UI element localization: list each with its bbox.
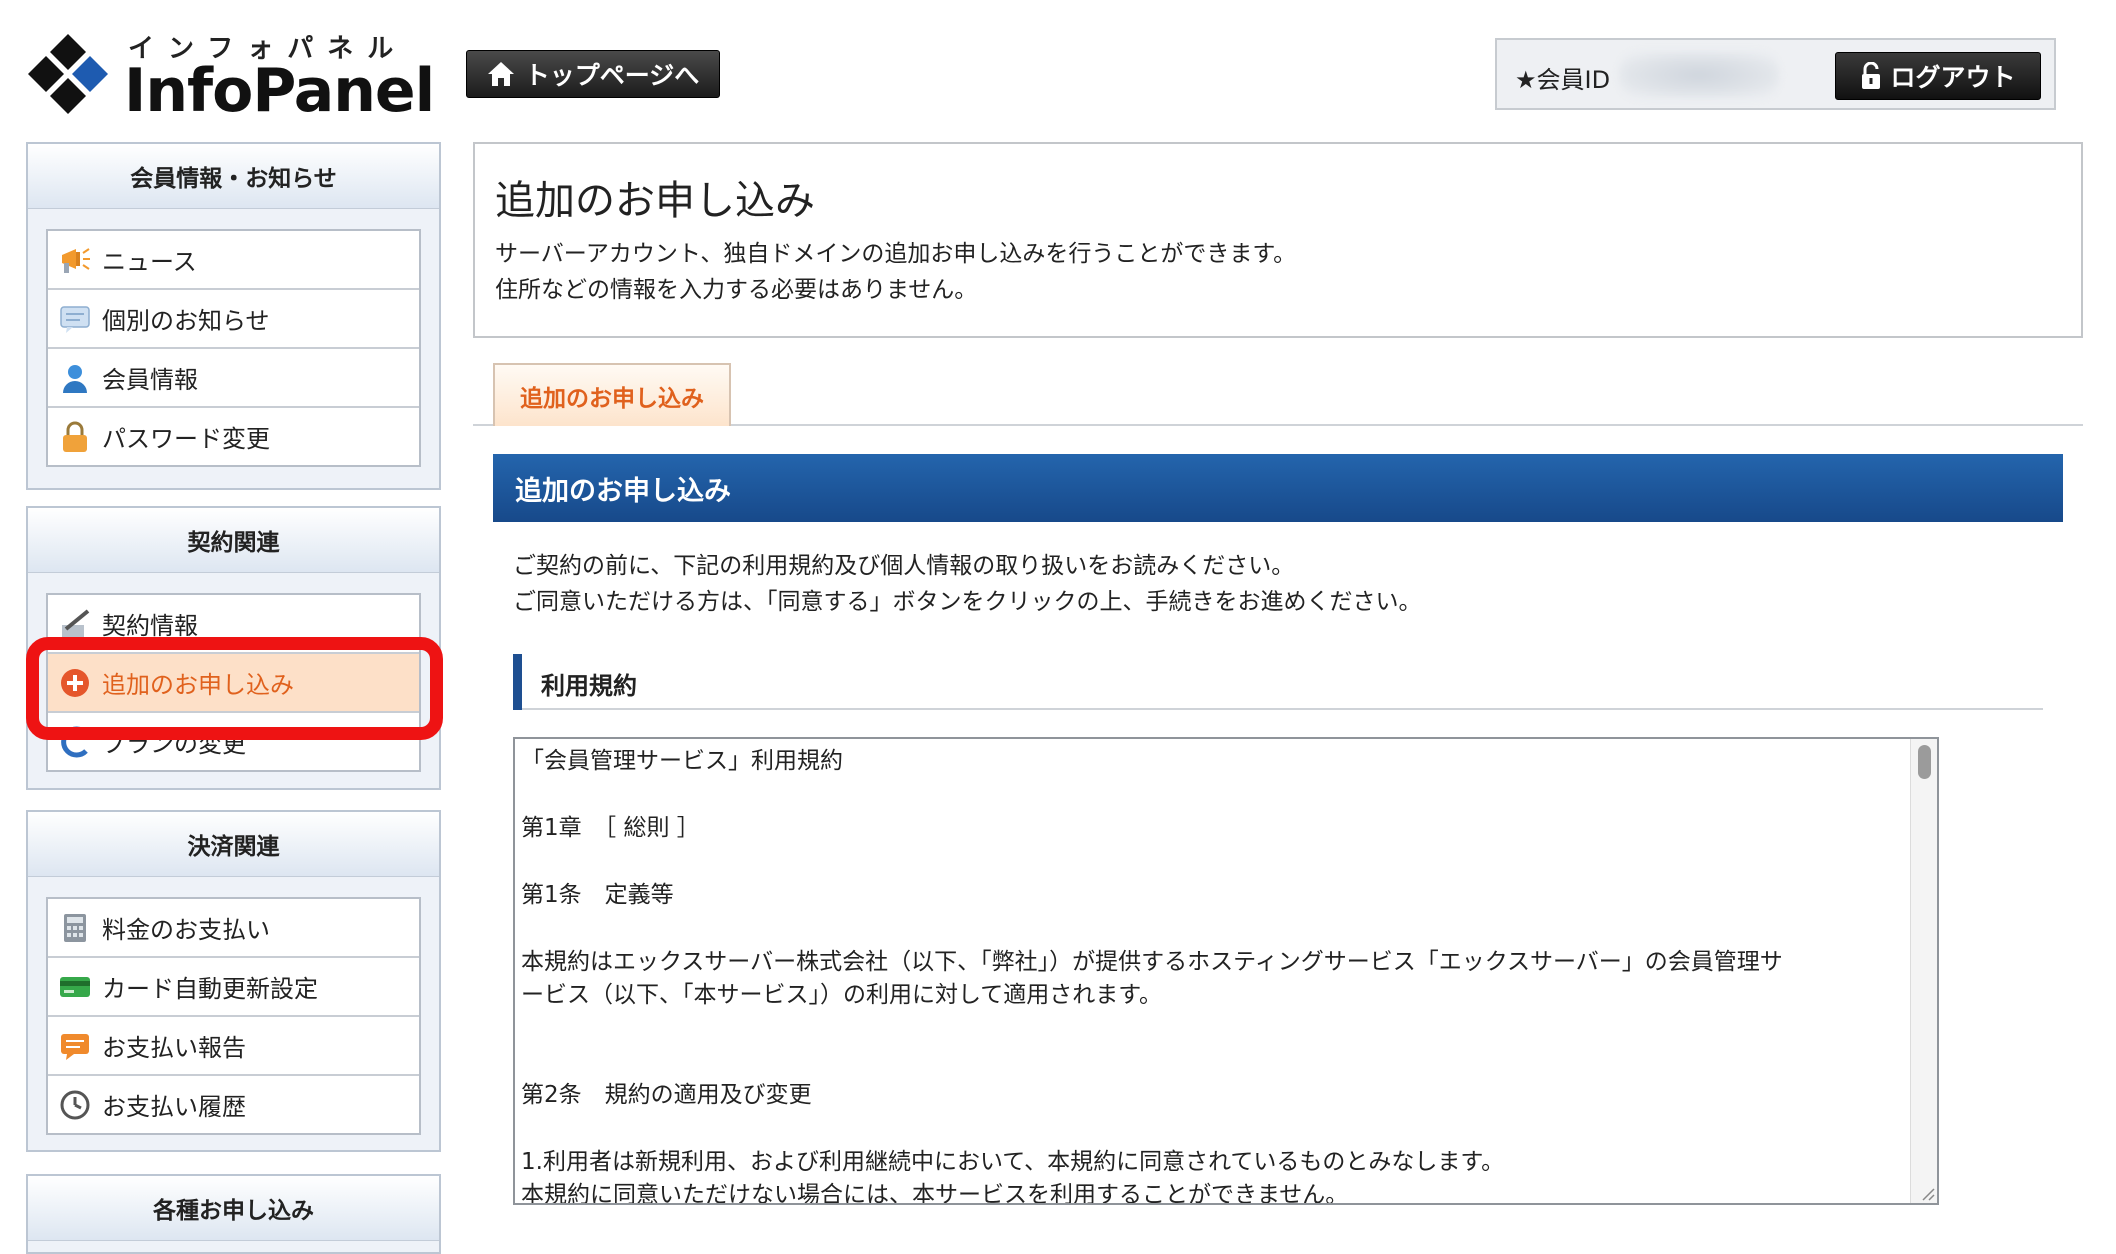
sidebar-section-contract: 契約関連 契約情報 追加のお申し込み プランの変更: [26, 506, 441, 790]
terms-heading: 利用規約: [513, 654, 2043, 710]
tab-add-application[interactable]: 追加のお申し込み: [493, 363, 731, 426]
infopanel-logo[interactable]: インフォパネル InfoPanel: [26, 28, 435, 126]
terms-paragraph: 本規約はエックスサーバー株式会社（以下、「弊社」）が提供するホスティングサービス…: [521, 949, 1783, 975]
resize-grip-icon[interactable]: [1919, 1185, 1935, 1201]
sidebar-item-payment-report[interactable]: お支払い報告: [48, 1017, 419, 1076]
member-id-label: ★会員ID: [1515, 66, 1611, 94]
top-page-button-label: トップページへ: [524, 61, 700, 90]
heading-accent-bar: [513, 654, 522, 710]
page-description-line: 住所などの情報を入力する必要はありません。: [495, 277, 978, 303]
sidebar-section-member: 会員情報・お知らせ ニュース 個別のお知らせ 会員情報 パスワード変更: [26, 142, 441, 490]
sidebar-item-label: 会員情報: [102, 366, 198, 394]
terms-paragraph: 1.利用者は新規利用、および利用継続中において、本規約に同意されているものとみな…: [521, 1149, 1505, 1175]
padlock-icon: [58, 420, 92, 454]
terms-paragraph: ービス（以下、「本サービス」）の利用に対して適用されます。: [521, 982, 1163, 1008]
sidebar-item-label: パスワード変更: [102, 425, 270, 453]
logout-button-label: ログアウト: [1890, 63, 2016, 92]
sidebar-item-label: ニュース: [102, 248, 197, 276]
sidebar-item-payment[interactable]: 料金のお支払い: [48, 899, 419, 958]
scrollbar-thumb[interactable]: [1918, 745, 1931, 779]
instructions-line: ご同意いただける方は、「同意する」ボタンをクリックの上、手続きをお進めください。: [513, 589, 1422, 615]
sidebar-item-notices[interactable]: 個別のお知らせ: [48, 290, 419, 349]
page-description: サーバーアカウント、独自ドメインの追加お申し込みを行うことができます。 住所など…: [495, 236, 1296, 308]
sidebar-item-label: 個別のお知らせ: [102, 307, 270, 335]
instructions-text: ご契約の前に、下記の利用規約及び個人情報の取り扱いをお読みください。 ご同意いた…: [513, 548, 1422, 620]
sidebar-item-news[interactable]: ニュース: [48, 231, 419, 290]
instructions-line: ご契約の前に、下記の利用規約及び個人情報の取り扱いをお読みください。: [513, 553, 1295, 579]
home-icon: [487, 62, 514, 86]
plus-circle-icon: [58, 666, 92, 700]
member-id-value-blurred: [1619, 52, 1779, 98]
logout-button[interactable]: ログアウト: [1835, 52, 2041, 100]
sidebar-section-applications: 各種お申し込み: [26, 1174, 441, 1254]
sidebar-item-label: プランの変更: [102, 730, 246, 758]
sidebar-item-label: 追加のお申し込み: [102, 671, 294, 699]
sidebar-section-title: 会員情報・お知らせ: [28, 144, 439, 209]
sidebar-item-plan-change[interactable]: プランの変更: [48, 713, 419, 770]
page-description-line: サーバーアカウント、独自ドメインの追加お申し込みを行うことができます。: [495, 241, 1297, 267]
unlock-icon: [1862, 62, 1881, 89]
sidebar-list: ニュース 個別のお知らせ 会員情報 パスワード変更: [46, 229, 421, 467]
sidebar-item-password[interactable]: パスワード変更: [48, 408, 419, 465]
pen-icon: [58, 607, 92, 641]
clock-icon: [58, 1088, 92, 1122]
sidebar-section-title: 各種お申し込み: [28, 1176, 439, 1241]
megaphone-icon: [58, 243, 92, 277]
terms-doc-title: 「会員管理サービス」利用規約: [521, 748, 843, 774]
terms-scrollbar[interactable]: [1910, 739, 1937, 1203]
sidebar-section-title: 決済関連: [28, 812, 439, 877]
page-title: 追加のお申し込み: [495, 178, 815, 224]
person-icon: [58, 361, 92, 395]
section-title-bar: 追加のお申し込み: [493, 454, 2063, 522]
sidebar-item-label: カード自動更新設定: [102, 975, 318, 1003]
sidebar-item-label: 契約情報: [102, 612, 198, 640]
sidebar-item-member-info[interactable]: 会員情報: [48, 349, 419, 408]
sidebar-item-contract-info[interactable]: 契約情報: [48, 595, 419, 654]
terms-heading-text: 利用規約: [541, 672, 637, 700]
terms-article-heading: 第2条 規約の適用及び変更: [521, 1082, 812, 1108]
terms-chapter: 第1章 ［ 総則 ］: [521, 815, 700, 841]
report-icon: [58, 1029, 92, 1063]
terms-paragraph: 本規約に同意いただけない場合には、本サービスを利用することができません。: [521, 1182, 1349, 1205]
credit-card-icon: [58, 970, 92, 1004]
terms-content: 「会員管理サービス」利用規約 第1章 ［ 総則 ］ 第1条 定義等 本規約はエッ…: [521, 745, 1907, 1205]
terms-textarea[interactable]: 「会員管理サービス」利用規約 第1章 ［ 総則 ］ 第1条 定義等 本規約はエッ…: [513, 737, 1939, 1205]
sidebar-section-payment: 決済関連 料金のお支払い カード自動更新設定 お支払い報告 お支払い履歴: [26, 810, 441, 1152]
member-info-box: ★会員ID ログアウト: [1495, 38, 2056, 110]
terms-article-heading: 第1条 定義等: [521, 882, 674, 908]
sidebar-item-add-application[interactable]: 追加のお申し込み: [48, 654, 419, 713]
sidebar-list: 料金のお支払い カード自動更新設定 お支払い報告 お支払い履歴: [46, 897, 421, 1135]
sidebar-section-title: 契約関連: [28, 508, 439, 573]
logo-title: InfoPanel: [124, 56, 435, 126]
speech-bubble-icon: [58, 302, 92, 336]
arrow-icon: [58, 725, 92, 759]
sidebar-list: 契約情報 追加のお申し込み プランの変更: [46, 593, 421, 772]
sidebar-item-label: お支払い履歴: [102, 1093, 246, 1121]
sidebar-item-label: お支払い報告: [102, 1034, 246, 1062]
page-intro-box: 追加のお申し込み サーバーアカウント、独自ドメインの追加お申し込みを行うことがで…: [473, 142, 2083, 338]
sidebar-item-card-auto-renew[interactable]: カード自動更新設定: [48, 958, 419, 1017]
logo-diamond-icon: [28, 34, 108, 114]
top-page-button[interactable]: トップページへ: [466, 50, 720, 98]
sidebar-item-payment-history[interactable]: お支払い履歴: [48, 1076, 419, 1133]
calculator-icon: [58, 911, 92, 945]
sidebar-item-label: 料金のお支払い: [102, 916, 270, 944]
